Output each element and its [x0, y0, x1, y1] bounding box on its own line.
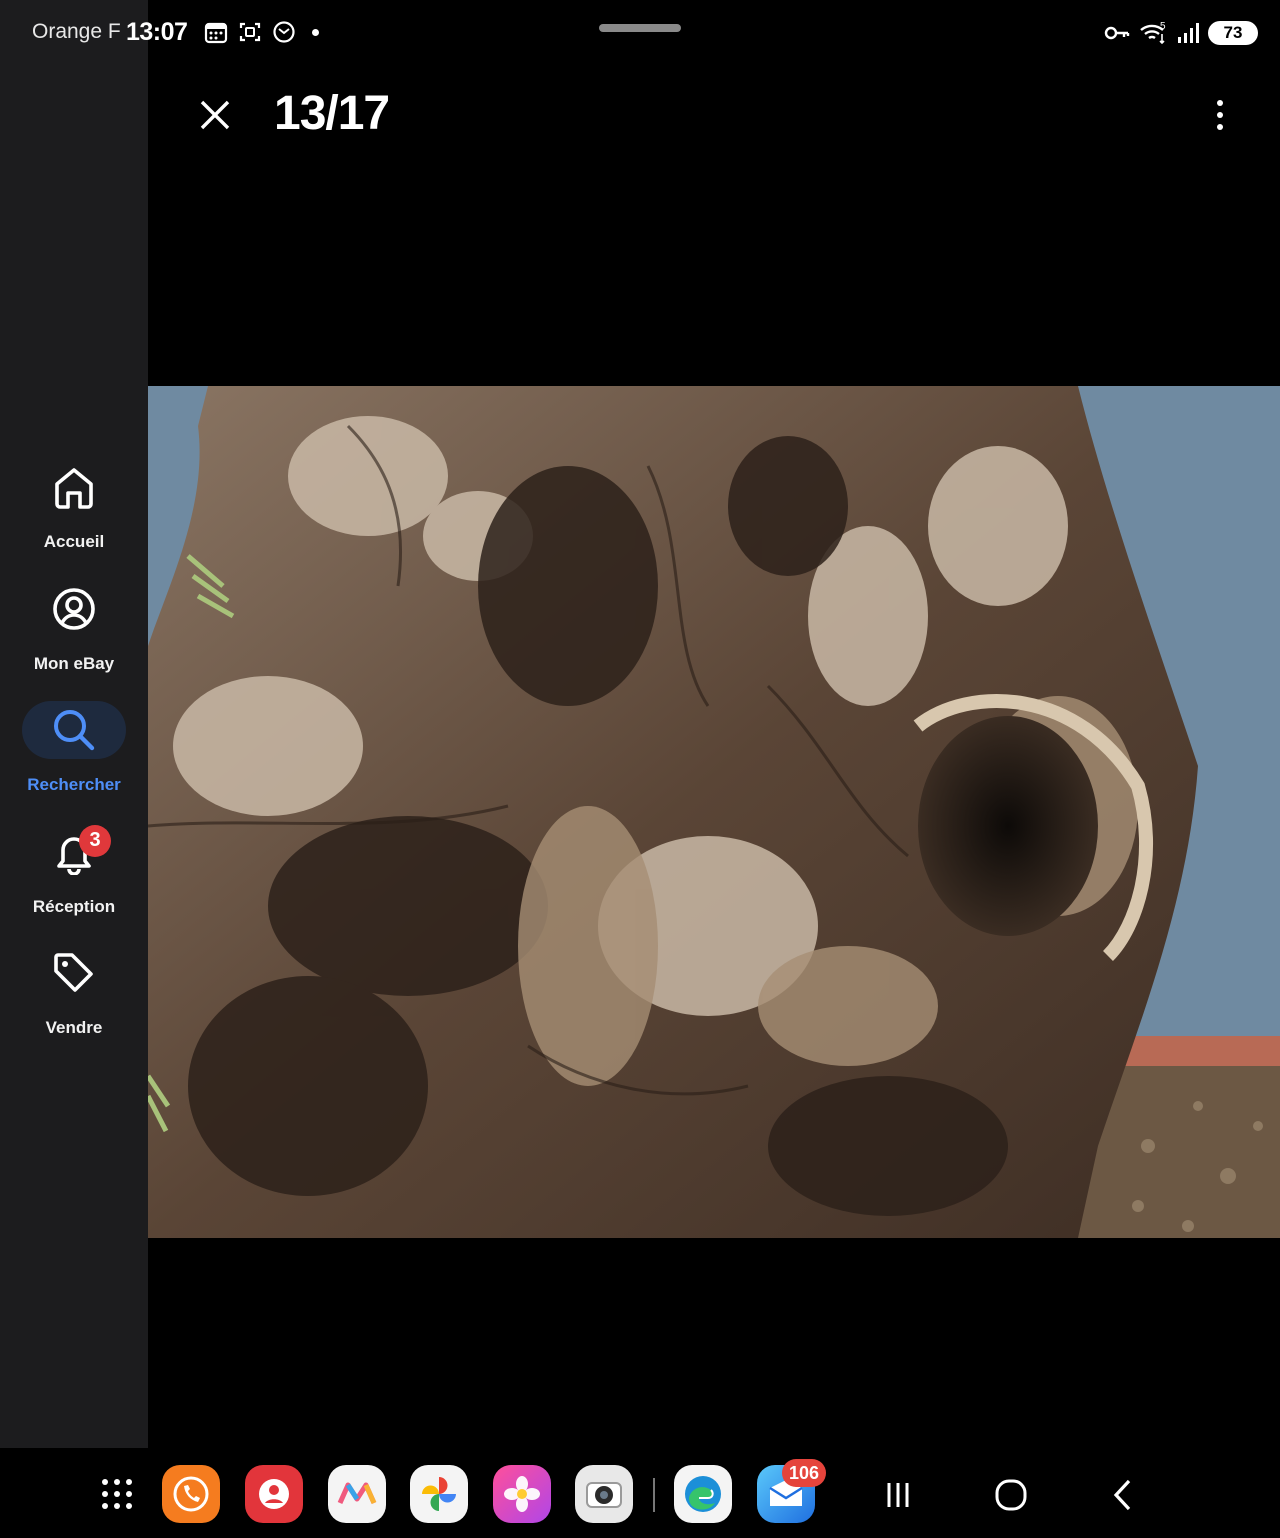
edge-browser-icon: [685, 1476, 721, 1512]
more-dot: [1217, 124, 1223, 130]
status-clock: 13:07: [126, 18, 188, 46]
message-status-icon: [273, 21, 295, 43]
photos-app[interactable]: [410, 1465, 468, 1523]
listing-photo[interactable]: [148, 386, 1280, 1238]
calendar-icon: [204, 22, 228, 44]
blossom-app[interactable]: [493, 1465, 551, 1523]
nav-item-inbox[interactable]: 3 Réception: [0, 820, 148, 942]
nav-label-search: Rechercher: [27, 775, 121, 794]
battery-level: 73: [1223, 23, 1243, 42]
edge-browser-app[interactable]: [674, 1465, 732, 1523]
close-icon: [200, 100, 230, 130]
nav-label-sell: Vendre: [45, 1018, 103, 1037]
inbox-badge: 3: [79, 824, 111, 857]
phone-app[interactable]: [162, 1465, 220, 1523]
status-bar: Orange F 13:07 5 73: [0, 0, 1280, 64]
photos-app-icon: [422, 1477, 456, 1511]
cell-signal-icon: [1178, 23, 1199, 43]
nav-item-sell[interactable]: Vendre: [0, 941, 148, 1063]
more-options-button[interactable]: [1196, 90, 1244, 140]
home-circle-icon: [995, 1479, 1027, 1511]
recents-icon: [887, 1483, 909, 1507]
account-icon: [53, 587, 95, 630]
side-navigation: Accueil Mon eBay Rechercher 3 Réception: [0, 0, 148, 1448]
nav-item-my-ebay[interactable]: Mon eBay: [0, 577, 148, 699]
notification-dot: [312, 28, 319, 36]
app-drawer-button[interactable]: [88, 1465, 146, 1523]
taskbar: 106: [0, 1448, 1280, 1538]
more-dot: [1217, 100, 1223, 106]
app-drawer-icon: [102, 1479, 132, 1509]
nav-label-home: Accueil: [43, 532, 105, 551]
back-arrow-icon: [1113, 1479, 1131, 1511]
home-button[interactable]: [989, 1473, 1033, 1517]
gallery-app-icon: [337, 1482, 377, 1505]
bonsai-trunk-image: [148, 386, 1280, 1238]
more-dot: [1217, 112, 1223, 118]
screenshot-icon: [239, 22, 261, 42]
camera-app[interactable]: [575, 1465, 633, 1523]
phone-app-icon: [173, 1476, 209, 1512]
back-button[interactable]: [1102, 1473, 1146, 1517]
nav-item-search[interactable]: Rechercher: [0, 698, 148, 820]
contacts-app-icon: [259, 1479, 289, 1509]
dock-divider: [653, 1478, 655, 1512]
camera-app-icon: [586, 1482, 622, 1508]
email-badge: 106: [782, 1459, 826, 1487]
tag-icon: [54, 953, 93, 992]
nav-label-my-ebay: Mon eBay: [33, 653, 115, 673]
carrier-name: Orange F: [32, 20, 121, 43]
image-counter: 13/17: [274, 87, 390, 140]
gallery-app[interactable]: [328, 1465, 386, 1523]
blossom-app-icon: [504, 1476, 540, 1512]
wifi-icon: 5: [1140, 21, 1166, 45]
close-button[interactable]: [190, 90, 240, 140]
nav-item-home[interactable]: Accueil: [0, 455, 148, 577]
battery-indicator: 73: [1208, 21, 1258, 45]
nav-label-inbox: Réception: [32, 896, 116, 916]
contacts-app[interactable]: [245, 1465, 303, 1523]
home-icon: [55, 468, 93, 509]
vpn-key-icon: [1104, 26, 1130, 40]
search-icon: [54, 710, 95, 751]
drag-handle[interactable]: [599, 24, 681, 32]
recents-button[interactable]: [876, 1473, 920, 1517]
wifi-label: 5: [1160, 21, 1166, 32]
